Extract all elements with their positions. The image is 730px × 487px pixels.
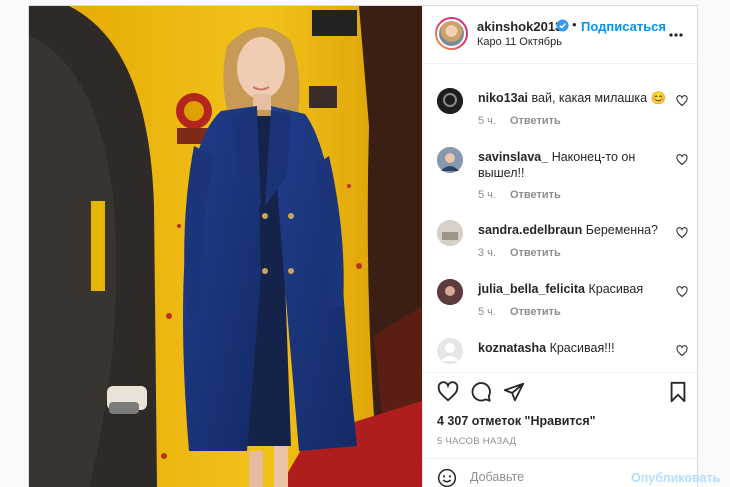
separator-dot: •	[572, 17, 577, 32]
comment-meta: 5 ч. Ответить	[478, 189, 561, 201]
comment-username[interactable]: julia_bella_felicita	[478, 282, 585, 296]
comment-meta: 5 ч. Ответить	[478, 306, 561, 318]
author-username[interactable]: akinshok2013	[477, 19, 562, 34]
more-options-icon[interactable]	[668, 27, 684, 43]
comment-body: Беременна?	[585, 223, 659, 237]
comment-avatar[interactable]	[437, 220, 463, 246]
comment-time[interactable]: 5 ч.	[478, 115, 496, 127]
author-avatar[interactable]	[435, 17, 468, 50]
likes-count[interactable]: 4 307 отметок "Нравится"	[437, 414, 596, 428]
photo-illustration	[29, 6, 422, 487]
avatar-illustration	[437, 338, 463, 364]
comments-list[interactable]: niko13ai вай, какая милашка 😊 5 ч. Ответи…	[423, 65, 700, 371]
comment-meta: 3 ч. Ответить	[478, 247, 561, 259]
bookmark-icon[interactable]	[667, 381, 689, 403]
comment-time[interactable]: 5 ч.	[478, 306, 496, 318]
reply-button[interactable]: Ответить	[510, 115, 561, 127]
reply-button[interactable]: Ответить	[510, 247, 561, 259]
post-side-panel: akinshok2013 • Подписаться Каро 11 Октяб…	[422, 6, 720, 487]
avatar-illustration	[437, 88, 463, 114]
comment-text: koznatasha Красивая!!!	[478, 340, 668, 356]
comment-time[interactable]: 3 ч.	[478, 247, 496, 259]
comment-input[interactable]	[470, 467, 620, 487]
comment-text: sandra.edelbraun Беременна?	[478, 222, 668, 238]
comment-body: вай, какая милашка 😊	[531, 91, 667, 105]
reply-button[interactable]: Ответить	[510, 189, 561, 201]
comment-avatar[interactable]	[437, 279, 463, 305]
post-location[interactable]: Каро 11 Октябрь	[477, 36, 562, 48]
post-actions: 4 307 отметок "Нравится" 5 ЧАСОВ НАЗАД	[423, 372, 700, 457]
emoji-icon[interactable]	[437, 468, 457, 487]
comment-body: Красивая	[588, 282, 644, 296]
avatar-illustration	[437, 279, 463, 305]
avatar	[437, 19, 466, 48]
comment-body: Красивая!!!	[549, 341, 615, 355]
comment-username[interactable]: savinslava_	[478, 150, 548, 164]
avatar-illustration	[437, 220, 463, 246]
comment-avatar[interactable]	[437, 147, 463, 173]
share-icon[interactable]	[503, 381, 525, 403]
post-photo[interactable]	[29, 6, 422, 487]
comment-username[interactable]: sandra.edelbraun	[478, 223, 582, 237]
verified-badge-icon	[556, 19, 569, 32]
heart-icon[interactable]	[437, 381, 459, 403]
heart-icon[interactable]	[676, 95, 688, 107]
post-timestamp[interactable]: 5 ЧАСОВ НАЗАД	[437, 436, 516, 447]
comment-avatar[interactable]	[437, 338, 463, 364]
reply-button[interactable]: Ответить	[510, 306, 561, 318]
comment-meta: 5 ч. Ответить	[478, 115, 561, 127]
heart-icon[interactable]	[676, 227, 688, 239]
heart-icon[interactable]	[676, 154, 688, 166]
comment-text: julia_bella_felicita Красивая	[478, 281, 668, 297]
comment-avatar[interactable]	[437, 88, 463, 114]
follow-button[interactable]: Подписаться	[581, 19, 666, 34]
comment-text: niko13ai вай, какая милашка 😊	[478, 90, 668, 106]
heart-icon[interactable]	[676, 286, 688, 298]
heart-icon[interactable]	[676, 345, 688, 357]
comment-username[interactable]: niko13ai	[478, 91, 528, 105]
avatar-illustration	[437, 147, 463, 173]
publish-button[interactable]: Опубликовать	[631, 471, 720, 485]
post-header: akinshok2013 • Подписаться Каро 11 Октяб…	[423, 6, 700, 64]
comment-time[interactable]: 5 ч.	[478, 189, 496, 201]
comment-text: savinslava_ Наконец-то он вышел!!	[478, 149, 668, 181]
comment-icon[interactable]	[470, 381, 492, 403]
add-comment-bar: Опубликовать	[423, 458, 720, 487]
comment-username[interactable]: koznatasha	[478, 341, 546, 355]
instagram-post: akinshok2013 • Подписаться Каро 11 Октяб…	[28, 5, 720, 487]
